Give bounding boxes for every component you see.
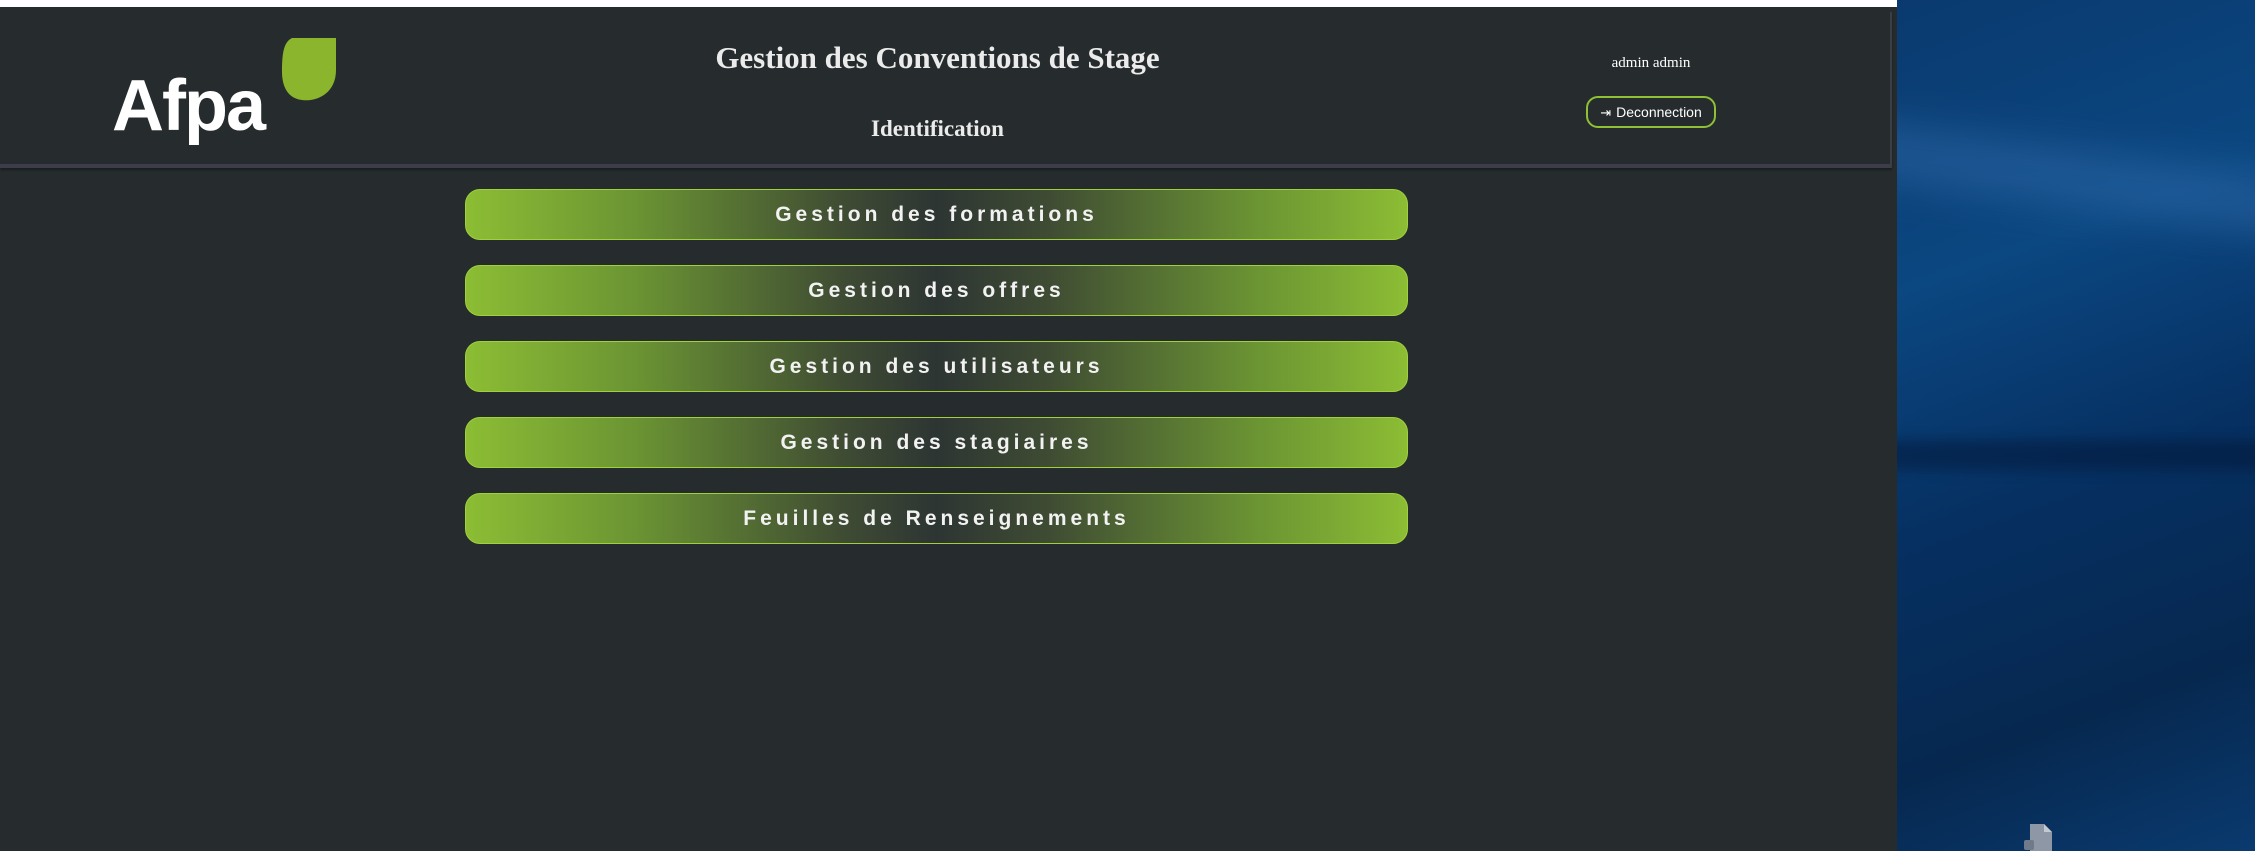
document-icon[interactable] (2020, 822, 2056, 851)
menu-button-feuilles[interactable]: Feuilles de Renseignements (465, 493, 1408, 544)
top-strip (0, 0, 1897, 7)
menu-button-offres[interactable]: Gestion des offres (465, 265, 1408, 316)
page-header: Afpa Gestion des Conventions de Stage Id… (0, 12, 1892, 168)
desktop-light-beam (1897, 118, 2255, 242)
menu-button-formations[interactable]: Gestion des formations (465, 189, 1408, 240)
browser-viewport: Afpa Gestion des Conventions de Stage Id… (0, 0, 1897, 851)
menu-button-stagiaires[interactable]: Gestion des stagiaires (465, 417, 1408, 468)
desktop-background (1897, 0, 2255, 851)
logout-label: Deconnection (1616, 104, 1702, 120)
desktop-shadow-band (1897, 440, 2255, 470)
logout-button[interactable]: ⇥ Deconnection (1586, 96, 1716, 128)
menu-button-utilisateurs[interactable]: Gestion des utilisateurs (465, 341, 1408, 392)
sign-out-icon: ⇥ (1600, 104, 1612, 120)
user-name: admin admin (1611, 55, 1691, 71)
